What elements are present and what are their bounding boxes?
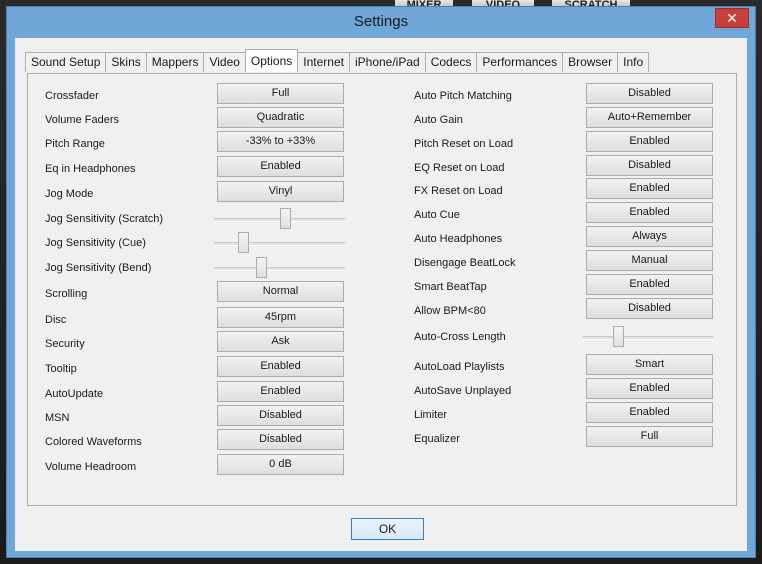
label-tooltip: Tooltip — [45, 363, 77, 375]
security-button[interactable]: Ask — [217, 331, 344, 352]
label-volume-faders: Volume Faders — [45, 114, 119, 126]
jog-mode-button[interactable]: Vinyl — [217, 181, 344, 202]
tab-video[interactable]: Video — [203, 52, 246, 72]
equalizer-button[interactable]: Full — [586, 426, 713, 447]
auto-gain-button[interactable]: Auto+Remember — [586, 107, 713, 128]
label-disc: Disc — [45, 314, 67, 326]
slider-track — [214, 242, 345, 246]
label-auto-gain: Auto Gain — [414, 114, 463, 126]
auto-cue-button[interactable]: Enabled — [586, 202, 713, 223]
label-auto-cue: Auto Cue — [414, 209, 460, 221]
tab-codecs[interactable]: Codecs — [424, 52, 478, 72]
label-equalizer: Equalizer — [414, 433, 460, 445]
label-autoload-playlists: AutoLoad Playlists — [414, 361, 505, 373]
disengage-beatlock-button[interactable]: Manual — [586, 250, 713, 271]
label-smart-beattap: Smart BeatTap — [414, 281, 487, 293]
jog-sensitivity-scratch-slider[interactable] — [214, 208, 345, 230]
label-volume-headroom: Volume Headroom — [45, 461, 137, 473]
colored-waveforms-button[interactable]: Disabled — [217, 429, 344, 450]
eq-in-headphones-button[interactable]: Enabled — [217, 156, 344, 177]
label-pitch-reset-on-load: Pitch Reset on Load — [414, 138, 514, 150]
label-jog-sensitivity-bend: Jog Sensitivity (Bend) — [45, 262, 152, 274]
label-pitch-range: Pitch Range — [45, 138, 105, 150]
settings-dialog: Settings ✕ Sound Setup Skins Mappers Video O… — [6, 6, 756, 558]
label-jog-mode: Jog Mode — [45, 188, 94, 200]
tab-sound-setup[interactable]: Sound Setup — [25, 52, 107, 72]
slider-thumb[interactable] — [280, 208, 291, 229]
label-eq-reset-on-load: EQ Reset on Load — [414, 162, 505, 174]
close-button[interactable]: ✕ — [715, 8, 749, 28]
label-jog-sensitivity-cue: Jog Sensitivity (Cue) — [45, 237, 146, 249]
label-auto-pitch-matching: Auto Pitch Matching — [414, 90, 512, 102]
label-autosave-unplayed: AutoSave Unplayed — [414, 385, 512, 397]
tab-iphone-ipad[interactable]: iPhone/iPad — [348, 52, 426, 72]
options-panel: Crossfader Full Volume Faders Quadratic Pitc… — [27, 73, 737, 506]
auto-cross-length-slider[interactable] — [583, 326, 713, 348]
volume-headroom-button[interactable]: 0 dB — [217, 454, 344, 475]
auto-pitch-matching-button[interactable]: Disabled — [586, 83, 713, 104]
label-scrolling: Scrolling — [45, 288, 88, 300]
label-disengage-beatlock: Disengage BeatLock — [414, 257, 516, 269]
volume-faders-button[interactable]: Quadratic — [217, 107, 344, 128]
autosave-unplayed-button[interactable]: Enabled — [586, 378, 713, 399]
label-auto-headphones: Auto Headphones — [414, 233, 503, 245]
title-bar: Settings ✕ — [7, 7, 755, 39]
label-allow-bpm-80: Allow BPM<80 — [414, 305, 486, 317]
label-autoupdate: AutoUpdate — [45, 388, 104, 400]
label-eq-in-headphones: Eq in Headphones — [45, 163, 136, 175]
window-title: Settings — [353, 13, 409, 30]
msn-button[interactable]: Disabled — [217, 405, 344, 426]
pitch-range-button[interactable]: -33% to +33% — [217, 131, 344, 152]
tab-options[interactable]: Options — [244, 49, 299, 72]
eq-reset-on-load-button[interactable]: Disabled — [586, 155, 713, 176]
tab-skins[interactable]: Skins — [105, 52, 147, 72]
close-icon: ✕ — [726, 10, 738, 26]
label-fx-reset-on-load: FX Reset on Load — [414, 185, 503, 197]
label-jog-sensitivity-scratch: Jog Sensitivity (Scratch) — [45, 213, 163, 225]
label-colored-waveforms: Colored Waveforms — [45, 436, 142, 448]
tab-info[interactable]: Info — [617, 52, 650, 72]
slider-thumb[interactable] — [238, 232, 249, 253]
slider-thumb[interactable] — [256, 257, 267, 278]
slider-thumb[interactable] — [613, 326, 624, 347]
crossfader-button[interactable]: Full — [217, 83, 344, 104]
autoload-playlists-button[interactable]: Smart — [586, 354, 713, 375]
jog-sensitivity-bend-slider[interactable] — [214, 257, 345, 279]
pitch-reset-on-load-button[interactable]: Enabled — [586, 131, 713, 152]
allow-bpm-80-button[interactable]: Disabled — [586, 298, 713, 319]
smart-beattap-button[interactable]: Enabled — [586, 274, 713, 295]
dialog-client: Sound Setup Skins Mappers Video Options Inter… — [15, 38, 747, 551]
tooltip-button[interactable]: Enabled — [217, 356, 344, 377]
slider-track — [583, 336, 713, 340]
scrolling-button[interactable]: Normal — [217, 281, 344, 302]
tab-mappers[interactable]: Mappers — [145, 52, 205, 72]
tab-performances[interactable]: Performances — [476, 52, 564, 72]
label-msn: MSN — [45, 412, 70, 424]
label-crossfader: Crossfader — [45, 90, 99, 102]
auto-headphones-button[interactable]: Always — [586, 226, 713, 247]
tab-browser[interactable]: Browser — [562, 52, 619, 72]
ok-button[interactable]: OK — [351, 518, 424, 540]
label-auto-cross-length: Auto-Cross Length — [414, 331, 506, 343]
tab-strip: Sound Setup Skins Mappers Video Options Inter… — [25, 49, 650, 72]
label-security: Security — [45, 338, 85, 350]
slider-track — [214, 267, 345, 271]
tab-internet[interactable]: Internet — [297, 52, 350, 72]
label-limiter: Limiter — [414, 409, 448, 421]
jog-sensitivity-cue-slider[interactable] — [214, 232, 345, 254]
autoupdate-button[interactable]: Enabled — [217, 381, 344, 402]
limiter-button[interactable]: Enabled — [586, 402, 713, 423]
disc-button[interactable]: 45rpm — [217, 307, 344, 328]
fx-reset-on-load-button[interactable]: Enabled — [586, 178, 713, 199]
